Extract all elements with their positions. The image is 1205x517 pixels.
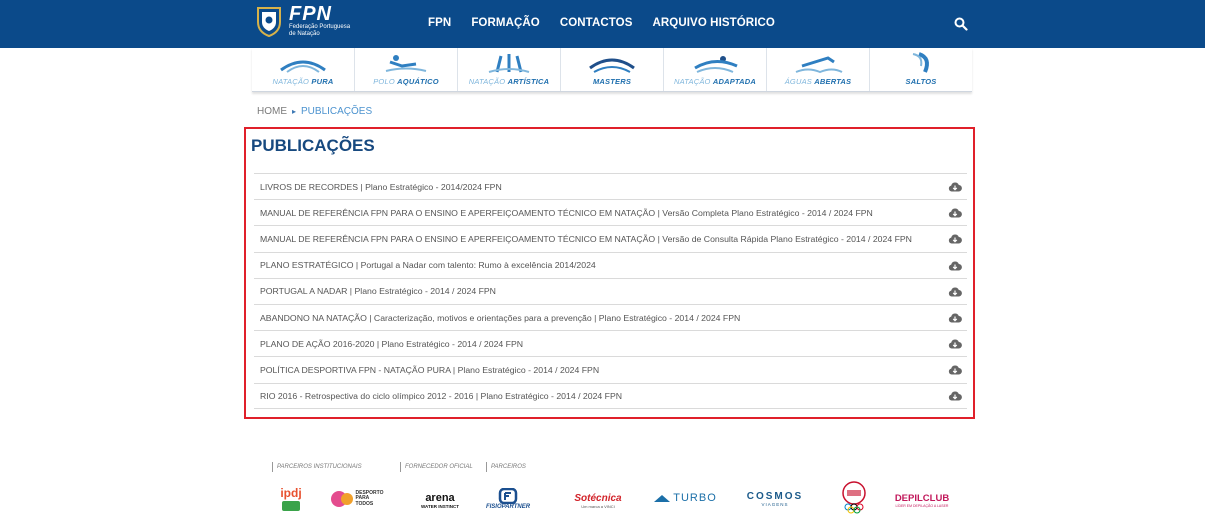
cloud-download-icon[interactable] bbox=[948, 338, 962, 349]
publication-title: RIO 2016 - Retrospectiva do ciclo olímpi… bbox=[260, 390, 623, 401]
cloud-download-icon[interactable] bbox=[948, 312, 962, 323]
publication-row[interactable]: MANUAL DE REFERÊNCIA FPN PARA O ENSINO E… bbox=[254, 225, 967, 251]
cloud-download-icon[interactable] bbox=[948, 181, 962, 192]
turbo-logo[interactable]: TURBO bbox=[650, 488, 720, 508]
artistic-swimming-icon bbox=[488, 54, 530, 73]
publication-row[interactable]: LIVROS DE RECORDES | Plano Estratégico -… bbox=[254, 173, 967, 199]
discipline-saltos[interactable]: SALTOS bbox=[870, 48, 972, 91]
cloud-download-icon[interactable] bbox=[948, 286, 962, 297]
publication-row[interactable]: PLANO DE AÇÃO 2016-2020 | Plano Estratég… bbox=[254, 330, 967, 356]
discipline-label: NATAÇÃO ADAPTADA bbox=[674, 77, 756, 86]
discipline-label: NATAÇÃO PURA bbox=[272, 77, 334, 86]
discipline-label: ÁGUAS ABERTAS bbox=[784, 77, 852, 86]
diving-icon bbox=[912, 52, 929, 73]
publications-list: LIVROS DE RECORDES | Plano Estratégico -… bbox=[254, 173, 967, 409]
nav-contactos[interactable]: CONTACTOS bbox=[560, 17, 633, 29]
discipline-natacao-pura[interactable]: NATAÇÃO PURA bbox=[252, 48, 355, 91]
nav-arquivo-historico[interactable]: ARQUIVO HISTÓRICO bbox=[653, 17, 775, 29]
publication-row[interactable]: PLANO ESTRATÉGICO | Portugal a Nadar com… bbox=[254, 251, 967, 278]
publications-panel: PUBLICAÇÕES LIVROS DE RECORDES | Plano E… bbox=[244, 127, 975, 419]
publication-row[interactable]: RIO 2016 - Retrospectiva do ciclo olímpi… bbox=[254, 382, 967, 409]
discipline-label: SALTOS bbox=[905, 77, 937, 86]
cloud-download-icon[interactable] bbox=[948, 364, 962, 375]
publication-title: LIVROS DE RECORDES | Plano Estratégico -… bbox=[260, 181, 502, 192]
discipline-natacao-adaptada[interactable]: NATAÇÃO ADAPTADA bbox=[664, 48, 767, 91]
publication-row[interactable]: POLÍTICA DESPORTIVA FPN - NATAÇÃO PURA |… bbox=[254, 356, 967, 382]
shield-crest-icon bbox=[257, 7, 281, 38]
cloud-download-icon[interactable] bbox=[948, 260, 962, 271]
publication-title: ABANDONO NA NATAÇÃO | Caracterização, mo… bbox=[260, 312, 741, 323]
swimmer-icon bbox=[280, 60, 326, 73]
cloud-download-icon[interactable] bbox=[948, 390, 962, 401]
breadcrumb-current: PUBLICAÇÕES bbox=[301, 106, 373, 117]
adapted-swimming-icon bbox=[694, 56, 738, 73]
nav-formacao[interactable]: FORMAÇÃO bbox=[471, 17, 540, 29]
partners-group-label: FORNECEDOR OFICIAL bbox=[400, 462, 473, 472]
top-navbar: FPN Federação Portuguesa de Natação FPN … bbox=[0, 0, 1205, 48]
discipline-label: POLO AQUÁTICO bbox=[373, 77, 439, 86]
publication-row[interactable]: PORTUGAL A NADAR | Plano Estratégico - 2… bbox=[254, 277, 967, 304]
main-nav: FPN FORMAÇÃO CONTACTOS ARQUIVO HISTÓRICO bbox=[428, 17, 775, 29]
discipline-aguas-abertas[interactable]: ÁGUAS ABERTAS bbox=[767, 48, 870, 91]
sotecnica-logo[interactable]: Sotécnica Um marca a VINCI bbox=[564, 488, 632, 514]
depilclub-logo[interactable]: DEPILCLUB LÍDER EM DEPILAÇÃO A LASER bbox=[888, 488, 956, 512]
publication-title: PLANO ESTRATÉGICO | Portugal a Nadar com… bbox=[260, 260, 596, 271]
discipline-masters[interactable]: MASTERS bbox=[561, 48, 664, 91]
breadcrumb-home[interactable]: HOME bbox=[257, 106, 287, 117]
fpn-logo[interactable]: FPN Federação Portuguesa de Natação bbox=[255, 4, 350, 38]
discipline-natacao-artistica[interactable]: NATAÇÃO ARTÍSTICA bbox=[458, 48, 561, 91]
publication-title: MANUAL DE REFERÊNCIA FPN PARA O ENSINO E… bbox=[260, 233, 912, 244]
logo-text: FPN Federação Portuguesa de Natação bbox=[289, 3, 351, 37]
cosmos-viagens-logo[interactable]: COSMOS VIAGENS bbox=[742, 484, 808, 514]
publication-title: PORTUGAL A NADAR | Plano Estratégico - 2… bbox=[260, 286, 496, 297]
ipdj-logo[interactable]: ipdj bbox=[276, 480, 306, 516]
partners-group-label: PARCEIROS bbox=[486, 462, 526, 472]
cloud-download-icon[interactable] bbox=[948, 233, 962, 244]
breadcrumb-separator-icon: ▸ bbox=[292, 107, 297, 116]
desporto-para-todos-logo[interactable]: DESPORTO PARA TODOS bbox=[326, 484, 386, 514]
publication-title: MANUAL DE REFERÊNCIA FPN PARA O ENSINO E… bbox=[260, 207, 873, 218]
cloud-download-icon[interactable] bbox=[948, 207, 962, 218]
search-icon[interactable] bbox=[954, 17, 968, 31]
partners-group-label: PARCEIROS INSTITUCIONAIS bbox=[272, 462, 362, 472]
nav-fpn[interactable]: FPN bbox=[428, 17, 451, 29]
discipline-label: NATAÇÃO ARTÍSTICA bbox=[468, 77, 550, 86]
arena-logo[interactable]: arena WATER INSTINCT bbox=[418, 484, 462, 516]
publication-title: POLÍTICA DESPORTIVA FPN - NATAÇÃO PURA |… bbox=[260, 364, 600, 375]
masters-icon bbox=[589, 58, 635, 73]
olympic-committee-logo[interactable] bbox=[836, 478, 872, 516]
publication-title: PLANO DE AÇÃO 2016-2020 | Plano Estratég… bbox=[260, 338, 524, 349]
water-polo-icon bbox=[385, 55, 427, 72]
page-title: PUBLICAÇÕES bbox=[251, 136, 375, 155]
publication-row[interactable]: MANUAL DE REFERÊNCIA FPN PARA O ENSINO E… bbox=[254, 199, 967, 225]
publication-row[interactable]: ABANDONO NA NATAÇÃO | Caracterização, mo… bbox=[254, 303, 967, 330]
partners-footer: PARCEIROS INSTITUCIONAIS FORNECEDOR OFIC… bbox=[268, 462, 968, 517]
discipline-polo-aquatico[interactable]: POLO AQUÁTICO bbox=[355, 48, 458, 91]
fisiopartner-logo[interactable]: FISIOPARTNER bbox=[480, 482, 536, 516]
breadcrumb: HOME ▸ PUBLICAÇÕES bbox=[257, 106, 372, 117]
discipline-label: MASTERS bbox=[592, 77, 632, 86]
disciplines-bar: NATAÇÃO PURA POLO AQUÁTICO NATAÇÃO ARTÍS… bbox=[252, 48, 972, 92]
open-water-icon bbox=[795, 56, 843, 74]
